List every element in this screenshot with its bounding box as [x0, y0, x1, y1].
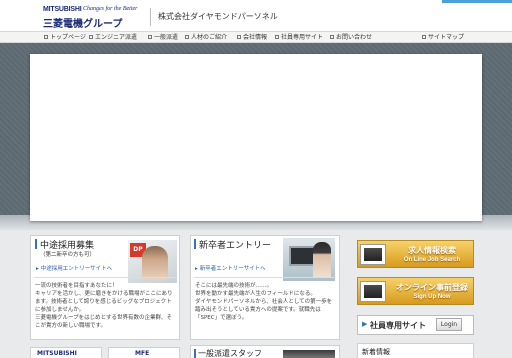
- midcareer-text-line: に参加しませんか。: [35, 307, 85, 313]
- site-header: MITSUBISHI Changes for the Better 三菱電機グル…: [0, 0, 512, 31]
- nav-bullet-icon: [185, 35, 189, 39]
- newgrad-link-label: 新卒者エントリーサイトへ: [199, 266, 266, 272]
- nav-bullet-icon: [275, 35, 279, 39]
- nav-item-staff[interactable]: 社員専用サイト: [275, 33, 323, 43]
- news-title: 新着情報: [362, 348, 390, 356]
- dispatch-title: 一般派遣スタッフ: [198, 349, 262, 358]
- newgrad-text-line: 「SPEC」で選ぼう。: [195, 315, 248, 321]
- arrow-right-icon: ▶: [362, 320, 368, 328]
- title-bar-icon: [35, 239, 37, 249]
- midcareer-text-line: キャリアを活かし、更に磨きをかける職場がここにあり: [35, 291, 173, 297]
- title-bar-icon: [194, 239, 196, 249]
- midcareer-subtitle: （第二新卒の方も可）: [40, 252, 96, 258]
- nav-item-contact[interactable]: お問い合わせ: [330, 33, 372, 43]
- arrow-right-icon: ▸: [36, 266, 39, 272]
- newgrad-photo: [283, 238, 335, 281]
- newgrad-text-line: そこには最先端の技術が……。: [195, 283, 273, 289]
- nav-label: 会社情報: [243, 34, 268, 41]
- news-box: 新着情報: [357, 343, 474, 358]
- nav-item-engineer[interactable]: エンジニア派遣: [89, 33, 137, 43]
- header-accent-bar: [442, 0, 512, 3]
- nav-label: エンジニア派遣: [95, 34, 138, 41]
- nav-bullet-icon: [44, 35, 48, 39]
- magnifier-icon: [360, 244, 386, 265]
- newgrad-text-line: ダイヤモンドパーソネルから、社会人としての第一歩を: [195, 299, 333, 305]
- title-bar-icon: [194, 349, 196, 358]
- staff-site-label: 社員専用サイト: [370, 321, 426, 330]
- login-button[interactable]: Login: [436, 318, 462, 331]
- mitsubishi-logo[interactable]: MITSUBISHI Changes for the Better 三菱電機グル…: [43, 6, 143, 30]
- person-image: [313, 242, 331, 278]
- midcareer-text-line: 三菱電機グループをはじめとする世界有数の企業群、そ: [35, 315, 173, 321]
- midcareer-text-line: ます。技術者として誇りを感じるビッグなプロジェクト: [35, 299, 172, 305]
- midcareer-entry-link[interactable]: ▸ 中途採用エントリーサイトへ: [36, 264, 112, 272]
- nav-item-company[interactable]: 会社情報: [237, 33, 267, 43]
- nav-bullet-icon: [422, 35, 426, 39]
- logo-tagline: Changes for the Better: [83, 6, 138, 12]
- nav-bullet-icon: [89, 35, 93, 39]
- banner-image: [364, 248, 382, 261]
- company-name[interactable]: 株式会社ダイヤモンドパーソネル: [158, 11, 278, 22]
- global-nav: トップページ エンジニア派遣 一般派遣 人材のご紹介 会社情報 社員専用サイト …: [0, 31, 512, 43]
- nav-item-top[interactable]: トップページ: [44, 33, 86, 43]
- job-search-subtitle: On Line Job Search: [403, 257, 461, 263]
- nav-label: トップページ: [50, 34, 86, 41]
- online-registration-subtitle: Sign Up Now: [413, 294, 451, 300]
- card-divider: [34, 277, 176, 278]
- person-image: [142, 246, 168, 280]
- newgrad-text-line: 世界を動かす最先端が人生のフィールドになる。: [195, 291, 316, 297]
- mfe-mini-banner[interactable]: MFE: [108, 347, 180, 358]
- logo-group-name: 三菱電機グループ: [43, 19, 123, 30]
- nav-item-sitemap[interactable]: サイトマップ: [422, 33, 464, 43]
- nav-label: お問い合わせ: [336, 34, 373, 41]
- online-registration-title: オンライン事前登録: [396, 283, 468, 292]
- laptop-icon: [360, 281, 386, 302]
- job-search-title: 求人情報検索: [408, 246, 456, 255]
- nav-bullet-icon: [148, 35, 152, 39]
- nav-label: 社員専用サイト: [281, 34, 324, 41]
- dispatch-photo: [283, 350, 335, 358]
- mini-banner-label: MFE: [135, 350, 150, 357]
- midcareer-text-line: 一流の技術者を目指すあなたに！: [35, 283, 118, 289]
- newgrad-entry-link[interactable]: ▸ 新卒者エントリーサイトへ: [195, 264, 266, 272]
- newgrad-title: 新卒者エントリー: [199, 241, 272, 251]
- nav-bullet-icon: [237, 35, 241, 39]
- card-divider: [194, 277, 336, 278]
- header-divider: [150, 8, 151, 26]
- newgrad-text-line: 踏み出そうとしている貴方への提案です。就職先は: [195, 307, 321, 313]
- arrow-right-icon: ▸: [195, 266, 198, 272]
- nav-item-general[interactable]: 一般派遣: [148, 33, 178, 43]
- online-registration-banner[interactable]: オンライン事前登録 Sign Up Now: [357, 277, 474, 305]
- nav-label: 一般派遣: [154, 34, 179, 41]
- job-search-banner[interactable]: 求人情報検索 On Line Job Search: [357, 240, 474, 268]
- banner-image: [364, 285, 382, 298]
- midcareer-text-line: こが貴方の新しい職場です。: [35, 323, 106, 329]
- logo-brand-text: MITSUBISHI: [43, 6, 82, 13]
- nav-label: 人材のご紹介: [191, 34, 228, 41]
- nav-bullet-icon: [330, 35, 334, 39]
- mini-banner-label: MITSUBISHI: [37, 350, 77, 357]
- midcareer-link-label: 中途採用エントリーサイトへ: [40, 266, 113, 272]
- hero-panel: [30, 54, 482, 221]
- nav-label: サイトマップ: [428, 34, 465, 41]
- mitsubishi-mini-banner[interactable]: MITSUBISHI: [30, 347, 102, 358]
- nav-item-placement[interactable]: 人材のご紹介: [185, 33, 227, 43]
